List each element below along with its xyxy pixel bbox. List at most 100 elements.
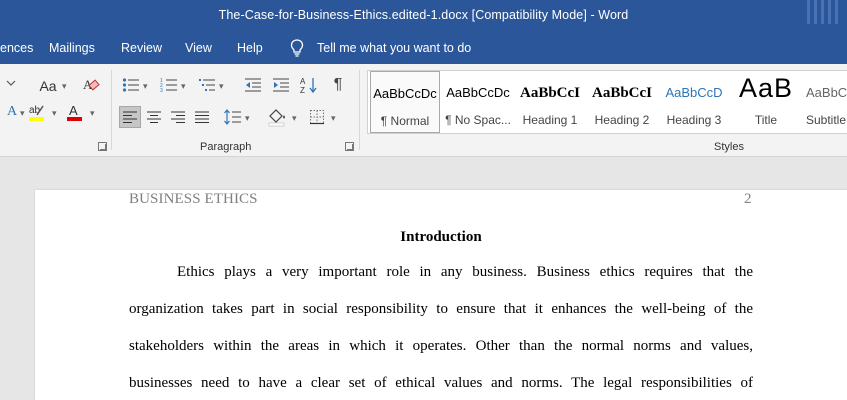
show-formatting-marks-button[interactable]: ¶ xyxy=(327,74,349,96)
borders-button[interactable] xyxy=(306,106,328,128)
ribbon: Aa ▾ A A ▾ ab ▾ A ▾ ▾ 1 2 3 ▾ ▾ A Z ¶ ▾ … xyxy=(0,64,847,157)
shrink-font-icon xyxy=(6,80,16,86)
tab-references[interactable]: ences xyxy=(0,41,33,55)
multilevel-list-icon xyxy=(199,79,215,91)
body-paragraph[interactable]: Ethics plays a very important role in an… xyxy=(129,264,753,400)
align-left-button[interactable] xyxy=(119,106,141,128)
paragraph-line: organization takes part in social respon… xyxy=(129,301,753,317)
document-page[interactable]: BUSINESS ETHICS 2 Introduction Ethics pl… xyxy=(35,190,847,400)
page-header-text: BUSINESS ETHICS xyxy=(129,191,258,207)
section-heading: Introduction xyxy=(400,229,482,245)
shading-button[interactable] xyxy=(266,106,288,128)
multilevel-list-button[interactable] xyxy=(196,74,218,96)
numbering-chevron-down-icon[interactable]: ▾ xyxy=(181,81,186,92)
group-separator xyxy=(111,70,112,150)
style-sample: AaBbCcDc xyxy=(373,86,437,101)
styles-group-label: Styles xyxy=(714,141,744,153)
style-name: Heading 3 xyxy=(666,113,722,127)
tab-help[interactable]: Help xyxy=(237,41,263,55)
style-subtitle[interactable]: AaBbCc Subtitle xyxy=(802,71,847,133)
show-marks-label: ¶ xyxy=(333,76,343,93)
highlight-color-button[interactable]: ab xyxy=(26,101,48,123)
tell-me-label: Tell me what you want to do xyxy=(317,41,472,55)
change-case-button[interactable]: Aa xyxy=(36,75,60,97)
title-bar: The-Case-for-Business-Ethics.edited-1.do… xyxy=(0,0,847,32)
tab-review[interactable]: Review xyxy=(121,41,162,55)
paragraph-line: stakeholders within the areas in which i… xyxy=(129,338,753,354)
font-dialog-launcher-icon[interactable] xyxy=(98,142,107,151)
sort-button[interactable]: A Z xyxy=(298,74,320,96)
line-spacing-chevron-down-icon[interactable]: ▾ xyxy=(245,113,250,124)
shrink-font-button[interactable] xyxy=(6,74,20,96)
align-center-icon xyxy=(147,111,161,123)
paragraph-line: Ethics plays a very important role in an… xyxy=(177,264,753,280)
style-no-spacing[interactable]: AaBbCcDc ¶ No Spac... xyxy=(442,71,514,133)
tab-mailings[interactable]: Mailings xyxy=(49,41,95,55)
svg-text:Z: Z xyxy=(300,86,305,94)
line-spacing-button[interactable] xyxy=(222,106,244,128)
style-name: ¶ Normal xyxy=(380,114,430,128)
paragraph-dialog-launcher-icon[interactable] xyxy=(345,142,354,151)
paragraph-line: businesses need to have a clear set of e… xyxy=(129,375,753,391)
borders-chevron-down-icon[interactable]: ▾ xyxy=(331,113,336,124)
style-sample: AaBbCc xyxy=(806,85,847,100)
highlight-chevron-down-icon[interactable]: ▾ xyxy=(52,108,57,119)
change-case-label: Aa xyxy=(39,78,57,94)
text-effects-chevron-down-icon[interactable]: ▾ xyxy=(20,108,25,119)
group-separator xyxy=(359,70,360,150)
style-normal[interactable]: AaBbCcDc ¶ Normal xyxy=(370,71,440,133)
highlighter-icon: ab xyxy=(29,105,44,121)
sort-icon: A Z xyxy=(300,77,317,94)
increase-indent-button[interactable] xyxy=(270,74,292,96)
style-sample: AaBbCcDc xyxy=(446,85,510,100)
style-name: ¶ No Spac... xyxy=(445,113,511,127)
change-case-chevron-down-icon[interactable]: ▾ xyxy=(62,81,67,92)
lightbulb-icon xyxy=(290,39,304,57)
style-name: Heading 1 xyxy=(522,113,578,127)
decrease-indent-icon xyxy=(245,78,261,92)
line-spacing-icon xyxy=(224,109,241,125)
clear-formatting-button[interactable]: A xyxy=(80,74,102,96)
text-effects-icon: A xyxy=(6,104,18,119)
numbering-icon: 1 2 3 xyxy=(160,78,177,93)
align-right-button[interactable] xyxy=(167,106,189,128)
justify-button[interactable] xyxy=(191,106,213,128)
borders-icon xyxy=(310,110,324,125)
justify-icon xyxy=(195,111,209,123)
svg-text:3: 3 xyxy=(160,88,163,93)
text-effects-button[interactable]: A xyxy=(2,101,22,123)
font-color-chevron-down-icon[interactable]: ▾ xyxy=(90,108,95,119)
clear-formatting-icon: A xyxy=(83,77,100,92)
font-color-icon: A xyxy=(67,103,82,121)
svg-text:ab: ab xyxy=(29,105,41,116)
numbering-button[interactable]: 1 2 3 xyxy=(158,74,180,96)
align-left-icon xyxy=(123,111,137,123)
style-sample: AaBbCcI xyxy=(591,85,652,101)
style-sample: AaBbCcD xyxy=(665,85,723,100)
bullets-icon xyxy=(122,78,139,92)
document-area: BUSINESS ETHICS 2 Introduction Ethics pl… xyxy=(0,157,847,400)
title-bar-decoration xyxy=(805,0,839,32)
align-center-button[interactable] xyxy=(143,106,165,128)
window-title: The-Case-for-Business-Ethics.edited-1.do… xyxy=(218,8,629,22)
font-color-button[interactable]: A xyxy=(64,101,86,123)
style-heading-2[interactable]: AaBbCcI Heading 2 xyxy=(586,71,658,133)
ribbon-tabs: ences Mailings Review View Help Tell me … xyxy=(0,32,847,64)
page-number: 2 xyxy=(744,191,752,207)
style-name: Title xyxy=(754,113,778,127)
increase-indent-icon xyxy=(273,78,289,92)
style-title[interactable]: AaB Title xyxy=(730,71,802,133)
style-heading-1[interactable]: AaBbCcI Heading 1 xyxy=(514,71,586,133)
shading-chevron-down-icon[interactable]: ▾ xyxy=(292,113,297,124)
svg-text:A: A xyxy=(69,103,78,118)
tab-view[interactable]: View xyxy=(185,41,212,55)
bullets-button[interactable] xyxy=(120,74,142,96)
align-right-icon xyxy=(171,111,185,123)
style-sample: AaB xyxy=(738,73,794,103)
decrease-indent-button[interactable] xyxy=(242,74,264,96)
svg-text:A: A xyxy=(300,77,306,86)
bullets-chevron-down-icon[interactable]: ▾ xyxy=(143,81,148,92)
style-heading-3[interactable]: AaBbCcD Heading 3 xyxy=(658,71,730,133)
paint-bucket-icon xyxy=(268,109,285,127)
multilevel-chevron-down-icon[interactable]: ▾ xyxy=(219,81,224,92)
